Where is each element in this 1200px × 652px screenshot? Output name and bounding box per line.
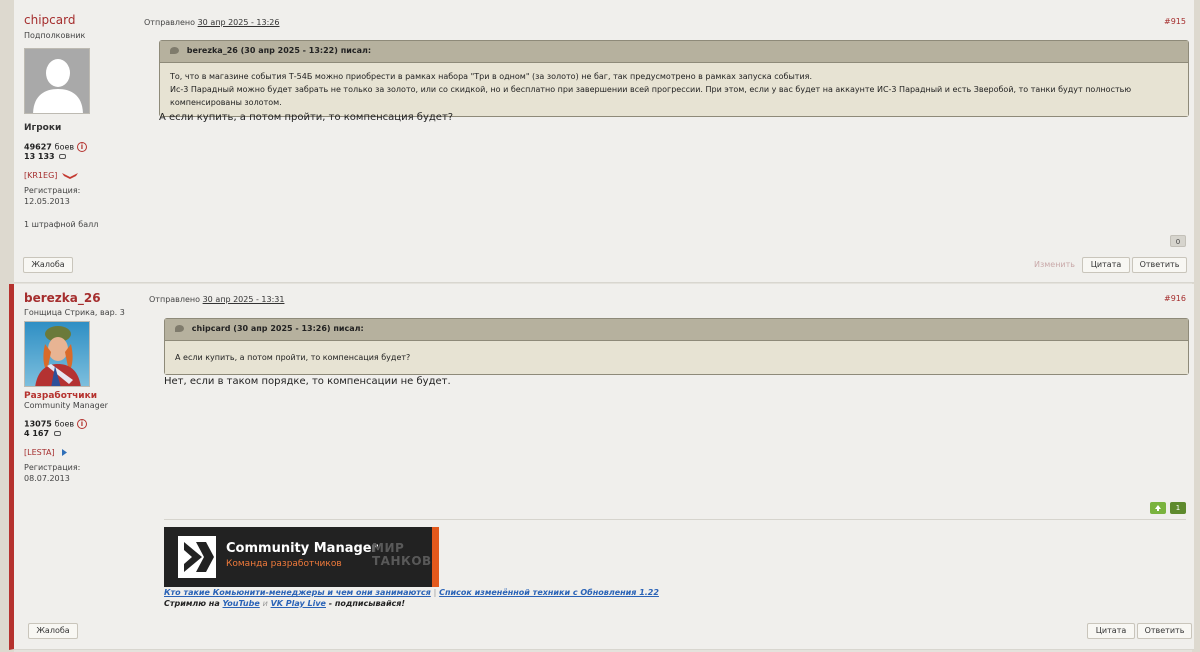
- registration-date: 08.07.2013: [24, 474, 70, 483]
- avatar[interactable]: [24, 48, 90, 114]
- comment-icon: [53, 431, 61, 436]
- author-name[interactable]: berezka_26: [24, 291, 139, 305]
- quote-block: berezka_26 (30 апр 2025 - 13:22) писал: …: [159, 40, 1189, 117]
- author-subgroup: Community Manager: [24, 401, 108, 410]
- signature-link-changes[interactable]: Список изменённой техники с Обновления 1…: [439, 588, 659, 597]
- signature-link-cm[interactable]: Кто такие Комьюнити-менеджеры и чем они …: [164, 588, 431, 597]
- author-group: Разработчики: [24, 391, 97, 401]
- quote-body: То, что в магазине события Т-54Б можно п…: [160, 63, 1188, 116]
- quote-header: chipcard (30 апр 2025 - 13:26) писал:: [165, 319, 1188, 341]
- signature-separator: [164, 519, 1186, 520]
- upvote-icon[interactable]: [1150, 502, 1166, 514]
- author-name[interactable]: chipcard: [24, 13, 134, 27]
- reply-button[interactable]: Ответить: [1132, 257, 1187, 273]
- post-text: Нет, если в таком порядке, то компенсаци…: [164, 376, 451, 387]
- vk-play-link[interactable]: VK Play Live: [271, 599, 326, 608]
- banner-subtitle: Команда разработчиков: [226, 559, 342, 569]
- author-clan[interactable]: [KR1EG]: [24, 171, 134, 180]
- reply-button[interactable]: Ответить: [1137, 623, 1192, 639]
- post-date: Отправлено 30 апр 2025 - 13:31: [149, 295, 285, 304]
- chevron-logo-icon: [184, 542, 214, 572]
- banner-title: Community Manager: [226, 541, 379, 556]
- author-rank: Гонщица Стрика, вар. 3: [24, 308, 125, 317]
- youtube-link[interactable]: YouTube: [223, 599, 260, 608]
- quote-icon[interactable]: [170, 47, 179, 54]
- default-avatar-icon: [25, 49, 89, 113]
- quote-icon[interactable]: [175, 325, 184, 332]
- post-number-link[interactable]: #916: [1164, 294, 1186, 303]
- author-post-count: 4 167: [24, 429, 139, 438]
- author-clan[interactable]: [LESTA]: [24, 448, 139, 457]
- warning-points[interactable]: 1 штрафной балл: [24, 220, 134, 229]
- report-button[interactable]: Жалоба: [28, 623, 78, 639]
- reputation-badge: 1: [1170, 502, 1186, 514]
- avatar[interactable]: [24, 321, 90, 387]
- arrow-up-icon: [1155, 505, 1161, 511]
- author-battles: 13075 боев i: [24, 419, 139, 429]
- info-icon[interactable]: i: [76, 419, 87, 429]
- registration-label: Регистрация:: [24, 186, 81, 195]
- edit-link[interactable]: Изменить: [1034, 260, 1075, 269]
- reputation-badge: 0: [1170, 235, 1186, 247]
- quote-block: chipcard (30 апр 2025 - 13:26) писал: А …: [164, 318, 1189, 375]
- registration-date: 12.05.2013: [24, 197, 70, 206]
- community-logo: [178, 536, 216, 578]
- author-group: Игроки: [24, 123, 62, 133]
- post-915: chipcard Подполковник Игроки 49627 боев …: [14, 0, 1194, 283]
- report-button[interactable]: Жалоба: [23, 257, 73, 273]
- banner-brand: МИР ТАНКОВ: [372, 541, 432, 568]
- quote-body: А если купить, а потом пройти, то компен…: [165, 341, 1188, 374]
- post-date: Отправлено 30 апр 2025 - 13:26: [144, 18, 280, 27]
- comment-icon: [59, 154, 67, 159]
- clan-emblem-icon: [62, 449, 68, 456]
- quote-button[interactable]: Цитата: [1082, 257, 1130, 273]
- signature-links: Кто такие Комьюнити-менеджеры и чем они …: [164, 588, 659, 597]
- banner-accent: [432, 527, 439, 587]
- info-icon[interactable]: i: [76, 142, 87, 152]
- post-author-panel: chipcard Подполковник Игроки 49627 боев …: [24, 13, 134, 229]
- signature-stream: Стримлю на YouTube и VK Play Live - подп…: [164, 599, 406, 608]
- registration-label: Регистрация:: [24, 463, 81, 472]
- post-author-panel: berezka_26 Гонщица Стрика, вар. 3 Разраб…: [24, 291, 139, 483]
- signature-banner: Community Manager Команда разработчиков …: [164, 527, 439, 587]
- author-rank: Подполковник: [24, 31, 86, 40]
- author-battles: 49627 боев i: [24, 142, 134, 152]
- post-number-link[interactable]: #915: [1164, 17, 1186, 26]
- quote-button[interactable]: Цитата: [1087, 623, 1135, 639]
- quote-header: berezka_26 (30 апр 2025 - 13:22) писал:: [160, 41, 1188, 63]
- author-post-count: 13 133: [24, 152, 134, 161]
- post-916: berezka_26 Гонщица Стрика, вар. 3 Разраб…: [9, 284, 1194, 650]
- post-text: А если купить, а потом пройти, то компен…: [159, 112, 454, 123]
- user-avatar-image: [25, 322, 89, 386]
- clan-emblem-icon: [61, 173, 78, 179]
